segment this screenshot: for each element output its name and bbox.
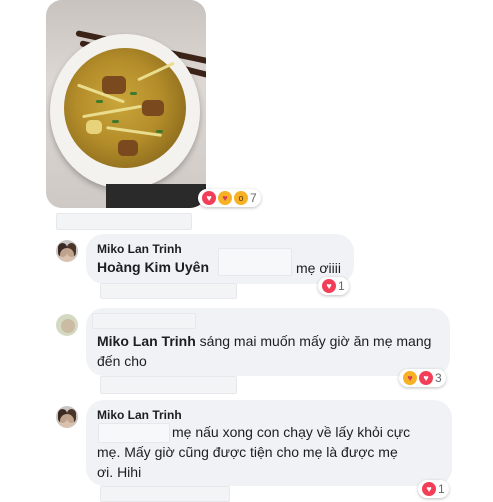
herb bbox=[156, 130, 163, 133]
tagged-user[interactable]: Miko Lan Trinh bbox=[97, 333, 196, 349]
reaction-count: 1 bbox=[438, 482, 445, 496]
tagged-user[interactable]: Hoàng Kim Uyên bbox=[97, 259, 209, 275]
avatar[interactable] bbox=[56, 406, 78, 428]
redacted-text bbox=[56, 213, 192, 230]
heart-icon: ♥ bbox=[322, 279, 336, 293]
redacted-text bbox=[98, 423, 170, 443]
herb bbox=[130, 92, 137, 95]
reaction-count: 1 bbox=[338, 279, 345, 293]
comment-text-line: mẹ. Mấy giờ cũng được tiện cho mẹ là đượ… bbox=[97, 444, 398, 460]
comment-text-line: ơi. Hihi bbox=[97, 464, 142, 480]
potato-piece bbox=[86, 120, 102, 134]
comment-author[interactable]: Miko Lan Trinh bbox=[97, 408, 182, 422]
heart-icon: ♥ bbox=[202, 191, 216, 205]
comment-reactions[interactable]: ♥ 1 bbox=[418, 480, 449, 498]
meat-piece bbox=[142, 100, 164, 116]
care-icon: ♥ bbox=[403, 371, 417, 385]
avatar[interactable] bbox=[56, 314, 78, 336]
comment-reactions[interactable]: ♥ ♥ 3 bbox=[399, 369, 446, 387]
reaction-count: 3 bbox=[435, 371, 442, 385]
redacted-text bbox=[100, 486, 230, 502]
reaction-count: 7 bbox=[250, 191, 257, 205]
redacted-text bbox=[218, 248, 292, 276]
redacted-text bbox=[100, 376, 237, 394]
wow-icon: o bbox=[234, 191, 248, 205]
comment-text: mẹ ơiiii bbox=[296, 260, 341, 276]
comment-text: Miko Lan Trinh sáng mai muốn mấy giờ ăn … bbox=[97, 331, 432, 371]
meat-piece bbox=[118, 140, 138, 156]
herb bbox=[96, 100, 103, 103]
avatar[interactable] bbox=[56, 240, 78, 262]
heart-icon: ♥ bbox=[419, 371, 433, 385]
tray-image bbox=[106, 184, 206, 208]
care-icon: ♥ bbox=[218, 191, 232, 205]
herb bbox=[112, 120, 119, 123]
comment-text-line: mẹ nấu xong con chạy về lấy khỏi cực bbox=[172, 424, 411, 440]
food-photo[interactable] bbox=[46, 0, 206, 208]
meat-piece bbox=[102, 76, 126, 94]
comment-author[interactable]: Miko Lan Trinh bbox=[97, 242, 182, 256]
photo-reactions[interactable]: ♥ ♥ o 7 bbox=[198, 189, 261, 207]
comment-reactions[interactable]: ♥ 1 bbox=[318, 277, 349, 295]
redacted-text bbox=[92, 313, 196, 329]
redacted-text bbox=[100, 283, 237, 299]
heart-icon: ♥ bbox=[422, 482, 436, 496]
